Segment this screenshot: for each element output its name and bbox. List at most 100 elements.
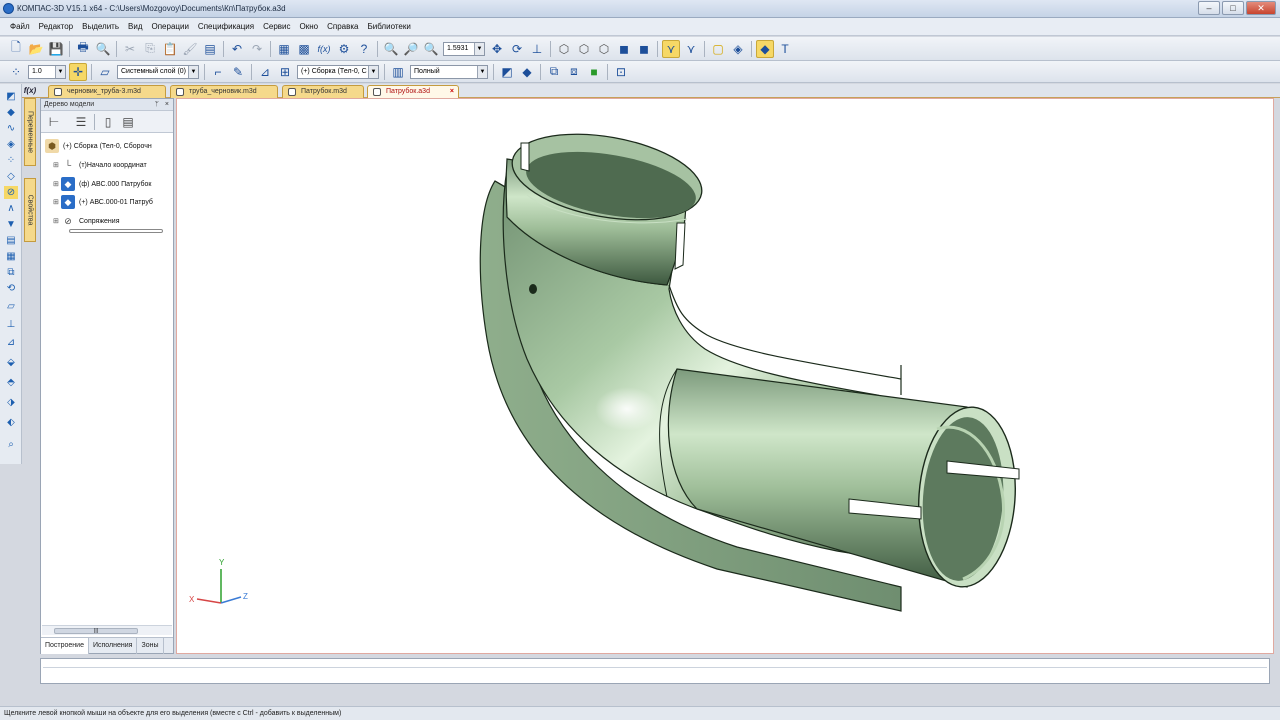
format-brush-icon[interactable]: 🖌	[181, 40, 199, 58]
elements-tool-icon[interactable]: ⧉	[4, 266, 18, 279]
chevron-down-icon[interactable]: ▼	[368, 65, 378, 78]
menu-window[interactable]: Окно	[300, 22, 319, 31]
wireframe-icon[interactable]: ⬡	[555, 40, 573, 58]
measure-tool-icon[interactable]: ∧	[4, 202, 18, 215]
tree-item-part-2[interactable]: ⊞ ◆ (+) АВС.000-01 Патруб	[53, 193, 153, 211]
open-folder-icon[interactable]: 📂	[27, 40, 45, 58]
layer-icon[interactable]: ▱	[96, 63, 114, 81]
close-tab-icon[interactable]: ×	[450, 86, 454, 98]
section-icon[interactable]: ◈	[729, 40, 747, 58]
arrays-icon[interactable]: ⁘	[4, 154, 18, 167]
tab-variables[interactable]: Переменные	[24, 98, 36, 166]
menu-help[interactable]: Справка	[327, 22, 358, 31]
tab-truba-chernovik[interactable]: труба_черновик.m3d	[170, 85, 278, 98]
zoom-window-icon[interactable]: 🔍	[382, 40, 400, 58]
library-manager-icon[interactable]: ▩	[295, 40, 313, 58]
close-panel-icon[interactable]: ×	[165, 99, 169, 111]
model-viewport[interactable]: X Y Z	[176, 98, 1274, 654]
tab-zones[interactable]: Зоны	[137, 637, 164, 654]
properties-icon[interactable]: ▤	[201, 40, 219, 58]
new-document-icon[interactable]: 🗋	[7, 40, 25, 58]
menu-specification[interactable]: Спецификация	[198, 22, 254, 31]
chevron-down-icon[interactable]: ▼	[188, 65, 198, 78]
filter-icon[interactable]: ⋎	[662, 39, 680, 58]
close-button[interactable]: ✕	[1246, 1, 1276, 15]
solid-operations-icon[interactable]: ◆	[4, 106, 18, 119]
chevron-down-icon[interactable]: ▼	[474, 42, 484, 55]
menu-select[interactable]: Выделить	[82, 22, 119, 31]
edit-in-place-icon[interactable]: ✎	[229, 63, 247, 81]
loft-icon[interactable]: ⬗	[4, 396, 18, 409]
halftone-icon[interactable]: ◼	[615, 40, 633, 58]
copy-icon[interactable]: ⎘	[141, 40, 159, 58]
help-pointer-icon[interactable]: ?	[355, 40, 373, 58]
filter-tool-icon[interactable]: ▼	[4, 218, 18, 231]
mcp-icon[interactable]: ⧈	[565, 63, 583, 81]
editing-part-icon[interactable]: ◩	[4, 90, 18, 103]
menu-editor[interactable]: Редактор	[39, 22, 73, 31]
filter-options-icon[interactable]: ⋎	[682, 40, 700, 58]
local-cs-icon[interactable]: ⌐	[209, 63, 227, 81]
context-field[interactable]: (+) Сборка (Тел-0, С ▼	[297, 64, 379, 79]
axis-icon[interactable]: ⊥	[4, 318, 18, 331]
save-icon[interactable]: 💾	[47, 40, 65, 58]
chevron-down-icon[interactable]: ▼	[55, 65, 65, 78]
hidden-lines-icon[interactable]: ⬡	[575, 40, 593, 58]
tree-view-mode-icon[interactable]: ☰	[72, 113, 90, 131]
surfaces-icon[interactable]: ◈	[4, 138, 18, 151]
offset-plane-icon[interactable]: ⊿	[4, 336, 18, 349]
redo-icon[interactable]: ↷	[248, 40, 266, 58]
tab-patrubok-m3d[interactable]: Патрубок.m3d	[282, 85, 364, 98]
paste-icon[interactable]: 📋	[161, 40, 179, 58]
mates-tool-icon[interactable]: ⊘	[4, 186, 18, 199]
manager-icon[interactable]: ▦	[275, 40, 293, 58]
zoom-in-icon[interactable]: 🔍	[422, 40, 440, 58]
variables-tab[interactable]: f(x)	[22, 84, 38, 98]
tree-structure-icon[interactable]: ⊢	[45, 113, 63, 131]
tab-patrubok-a3d[interactable]: Патрубок.a3d ×	[367, 85, 459, 98]
context-icon[interactable]: ⊞	[276, 63, 294, 81]
print-icon[interactable]: 🖶	[74, 40, 92, 58]
step-field[interactable]: 1.0 ▼	[28, 64, 66, 79]
material-icon[interactable]: ◩	[498, 63, 516, 81]
spatial-curves-icon[interactable]: ∿	[4, 122, 18, 135]
grid-icon[interactable]: ⁘	[7, 63, 25, 81]
shared-variables-icon[interactable]: ⚙	[335, 40, 353, 58]
perspective-icon[interactable]: ▢	[709, 40, 727, 58]
orientation-icon[interactable]: ⊥	[528, 40, 546, 58]
rotate-icon[interactable]: ⟳	[508, 40, 526, 58]
menu-view[interactable]: Вид	[128, 22, 142, 31]
expand-icon[interactable]: ⊞	[53, 161, 61, 169]
tree-item-origin[interactable]: ⊞ └ (т)Начало координат	[53, 156, 147, 174]
menu-service[interactable]: Сервис	[263, 22, 290, 31]
menu-file[interactable]: Файл	[10, 22, 30, 31]
tree-document-icon[interactable]: ▯	[99, 113, 117, 131]
extrusion-icon[interactable]: ⬙	[4, 356, 18, 369]
tree-item-part-1[interactable]: ⊞ ◆ (ф) АВС.000 Патрубок	[53, 175, 151, 193]
halftone-edges-icon[interactable]: ◼	[635, 40, 653, 58]
plane-icon[interactable]: ▱	[4, 300, 18, 313]
cut-icon[interactable]: ✂	[121, 40, 139, 58]
zoom-out-icon[interactable]: 🔎	[402, 40, 420, 58]
minimize-button[interactable]: –	[1198, 1, 1220, 15]
print-preview-icon[interactable]: 🔍	[94, 40, 112, 58]
reports-tool-icon[interactable]: ▦	[4, 250, 18, 263]
thin-hidden-lines-icon[interactable]: ⬡	[595, 40, 613, 58]
tab-properties[interactable]: Свойства	[24, 178, 36, 242]
zoom-field[interactable]: 1.5931 ▼	[443, 41, 485, 56]
display-mode-field[interactable]: Полный ▼	[410, 64, 488, 79]
tab-executions[interactable]: Исполнения	[89, 637, 138, 654]
rotation-icon[interactable]: ⬘	[4, 376, 18, 389]
undo-icon[interactable]: ↶	[228, 40, 246, 58]
tree-export-icon[interactable]: ▤	[119, 113, 137, 131]
horizontal-scrollbar[interactable]: |||	[42, 625, 172, 635]
search-tool-icon[interactable]: ⌕	[4, 438, 18, 451]
shell-icon[interactable]: ⬖	[4, 416, 18, 429]
expand-icon[interactable]: ⊞	[53, 198, 61, 206]
chevron-down-icon[interactable]: ▼	[477, 65, 487, 78]
variables-icon[interactable]: f(x)	[315, 40, 333, 58]
specification-tool-icon[interactable]: ▤	[4, 234, 18, 247]
tab-construction[interactable]: Построение	[41, 637, 89, 654]
tree-item-mates[interactable]: ⊞ ⊘ Сопряжения	[53, 212, 120, 230]
expand-icon[interactable]: ⊞	[53, 180, 61, 188]
